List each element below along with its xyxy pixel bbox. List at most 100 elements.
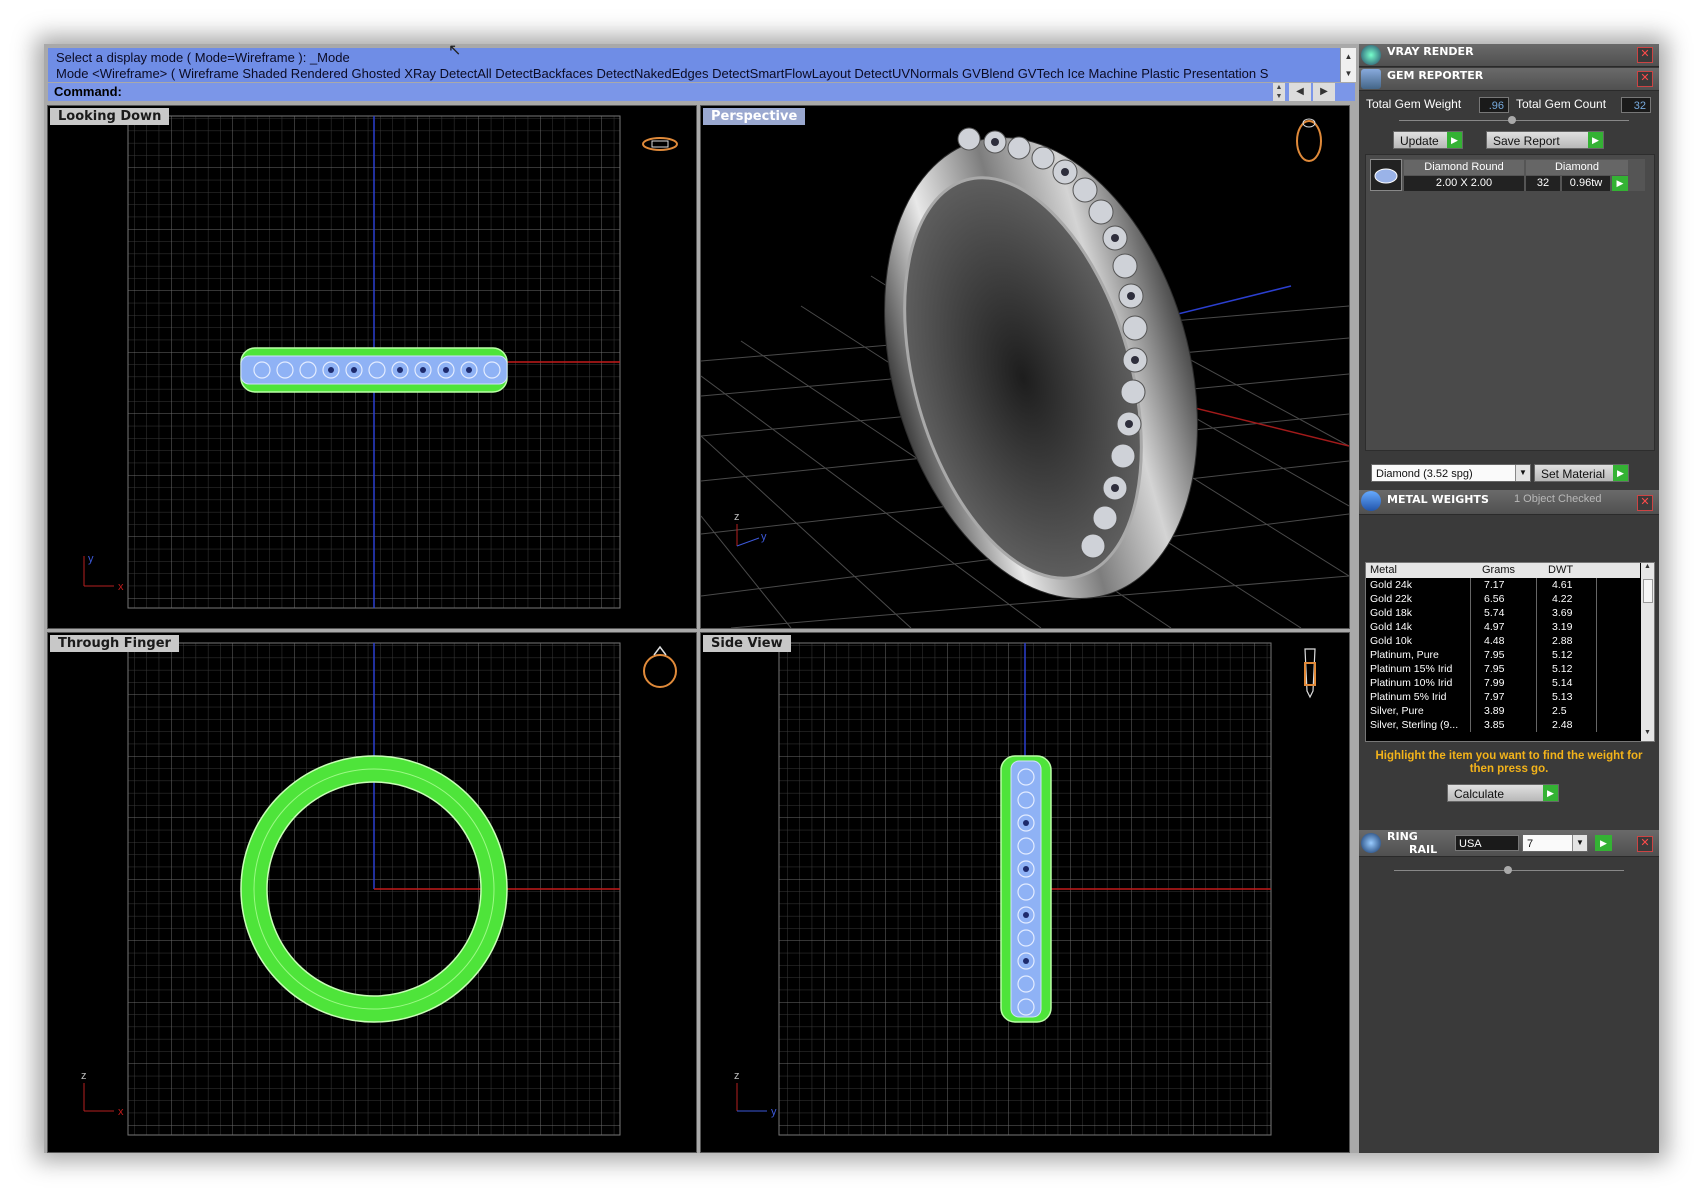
column-divider <box>1470 592 1471 606</box>
gem-reporter-icon <box>1361 69 1381 89</box>
ring-size-select[interactable]: 7 ▼ <box>1522 834 1588 852</box>
play-arrow-icon: ▶ <box>1543 785 1558 801</box>
command-input[interactable] <box>132 84 1270 99</box>
viewport-label[interactable]: Side View <box>703 635 791 652</box>
side-view-canvas: z y <box>734 642 1316 1136</box>
metal-weights-title: METAL WEIGHTS <box>1387 493 1489 506</box>
dwt-cell: 2.88 <box>1552 635 1573 647</box>
play-arrow-icon[interactable]: ▶ <box>1612 176 1628 191</box>
command-prev-icon[interactable]: ◀ <box>1289 83 1311 101</box>
gem-size: 2.00 X 2.00 <box>1404 176 1524 191</box>
table-row[interactable]: Gold 10k 4.48 2.88 <box>1366 634 1640 648</box>
dwt-cell: 3.19 <box>1552 621 1573 633</box>
instruction-text: Highlight the item you want to find the … <box>1375 750 1643 775</box>
axis-label-z: z <box>734 1070 740 1082</box>
command-history-scrollbar[interactable]: ▲ ▼ <box>1340 48 1356 82</box>
viewport-label[interactable]: Perspective <box>703 108 806 125</box>
column-divider <box>1470 676 1471 690</box>
material-select-value: Diamond (3.52 spg) <box>1376 468 1473 480</box>
column-divider <box>1536 620 1537 634</box>
dwt-cell: 2.5 <box>1552 705 1567 717</box>
table-row[interactable]: Platinum 5% Irid 7.97 5.13 <box>1366 690 1640 704</box>
table-row[interactable]: Platinum, Pure 7.95 5.12 <box>1366 648 1640 662</box>
gem-list[interactable]: Diamond Round 2.00 X 2.00 Diamond 32 0.9… <box>1365 154 1655 451</box>
column-header-grams[interactable]: Grams <box>1482 564 1515 576</box>
close-icon[interactable]: ✕ <box>1637 836 1653 852</box>
calculate-label: Calculate <box>1454 787 1505 801</box>
close-icon[interactable]: ✕ <box>1637 47 1653 63</box>
set-material-button[interactable]: Set Material ▶ <box>1534 464 1629 482</box>
material-select[interactable]: Diamond (3.52 spg) ▼ <box>1371 464 1531 482</box>
scroll-up-icon[interactable]: ▲ <box>1341 48 1356 65</box>
gem-list-item[interactable]: Diamond Round 2.00 X 2.00 Diamond 32 0.9… <box>1370 159 1645 191</box>
column-header-dwt[interactable]: DWT <box>1548 564 1573 576</box>
front-view-canvas: z x <box>81 642 677 1136</box>
metal-weights-header[interactable]: METAL WEIGHTS 1 Object Checked ✕ <box>1359 490 1659 515</box>
ring-perspective-icon <box>1296 118 1322 162</box>
axis-label-x: x <box>118 581 124 593</box>
scroll-thumb[interactable] <box>1643 579 1653 603</box>
play-arrow-icon: ▶ <box>1447 132 1462 148</box>
column-divider <box>1536 592 1537 606</box>
column-divider <box>1470 662 1471 676</box>
grams-cell: 7.95 <box>1484 649 1505 661</box>
metal-cell: Silver, Pure <box>1370 705 1424 717</box>
dwt-cell: 5.12 <box>1552 649 1573 661</box>
metal-cell: Platinum 10% Irid <box>1370 677 1453 689</box>
column-divider <box>1536 676 1537 690</box>
ring-size-region[interactable]: USA <box>1455 835 1519 851</box>
column-header-metal[interactable]: Metal <box>1370 564 1397 576</box>
grams-cell: 3.89 <box>1484 705 1505 717</box>
scroll-down-icon[interactable]: ▼ <box>1641 729 1654 741</box>
command-next-icon[interactable]: ▶ <box>1313 83 1335 101</box>
splitter-handle-icon[interactable] <box>1504 866 1512 874</box>
table-row[interactable]: Platinum 10% Irid 7.99 5.14 <box>1366 676 1640 690</box>
ring-rail-header[interactable]: RING RAIL USA 7 ▼ ▶ ✕ <box>1359 830 1659 857</box>
column-divider <box>1470 718 1471 732</box>
close-icon[interactable]: ✕ <box>1637 495 1653 511</box>
vray-icon <box>1361 45 1381 65</box>
save-report-button[interactable]: Save Report ▶ <box>1486 131 1604 149</box>
viewport-label[interactable]: Looking Down <box>50 108 170 125</box>
total-gem-count-label: Total Gem Count <box>1516 97 1607 111</box>
table-row[interactable]: Gold 22k 6.56 4.22 <box>1366 592 1640 606</box>
table-header: Metal Grams DWT <box>1366 563 1640 578</box>
column-divider <box>1596 620 1597 634</box>
viewport-through-finger[interactable]: z x Through Finger <box>47 632 697 1153</box>
scroll-up-icon[interactable]: ▲ <box>1641 563 1654 575</box>
close-icon[interactable]: ✕ <box>1637 71 1653 87</box>
table-row[interactable]: Silver, Pure 3.89 2.5 <box>1366 704 1640 718</box>
splitter-handle-icon[interactable] <box>1508 116 1516 124</box>
viewport-looking-down[interactable]: y x Looking Down <box>47 105 697 629</box>
command-history: Select a display mode ( Mode=Wireframe )… <box>48 44 1340 82</box>
table-row[interactable]: Gold 24k 7.17 4.61 <box>1366 578 1640 592</box>
calculate-button[interactable]: Calculate ▶ <box>1447 784 1559 802</box>
table-row[interactable]: Gold 18k 5.74 3.69 <box>1366 606 1640 620</box>
command-history-line: Mode <Wireframe> ( Wireframe Shaded Rend… <box>56 66 1269 81</box>
gem-reporter-header[interactable]: GEM REPORTER ✕ <box>1359 68 1659 91</box>
table-row[interactable]: Silver, Sterling (9... 3.85 2.48 <box>1366 718 1640 732</box>
metal-cell: Gold 10k <box>1370 635 1413 647</box>
table-scrollbar[interactable]: ▲ ▼ <box>1641 563 1654 741</box>
update-button[interactable]: Update ▶ <box>1393 131 1463 149</box>
viewport-label[interactable]: Through Finger <box>50 635 179 652</box>
grams-cell: 4.48 <box>1484 635 1505 647</box>
dwt-cell: 4.22 <box>1552 593 1573 605</box>
scroll-down-icon[interactable]: ▼ <box>1341 65 1356 82</box>
axis-label-y: y <box>761 531 767 543</box>
play-arrow-icon: ▶ <box>1588 132 1603 148</box>
viewport-perspective[interactable]: z y Perspective <box>700 105 1350 629</box>
grams-cell: 6.56 <box>1484 593 1505 605</box>
metal-weights-table[interactable]: Metal Grams DWT Gold 24k 7.17 4.61 Gold 22k… <box>1365 562 1655 742</box>
column-divider <box>1536 578 1537 592</box>
table-row[interactable]: Platinum 15% Irid 7.95 5.12 <box>1366 662 1640 676</box>
total-gem-weight-value: .96 <box>1479 97 1509 113</box>
viewport-side-view[interactable]: z y Side View <box>700 632 1350 1153</box>
metal-cell: Gold 14k <box>1370 621 1413 633</box>
mouse-cursor-icon: ↖ <box>448 44 462 59</box>
table-row[interactable]: Gold 14k 4.97 3.19 <box>1366 620 1640 634</box>
chevron-down-icon: ▼ <box>1572 835 1587 851</box>
command-spinner[interactable]: ▲ ▼ <box>1273 83 1285 101</box>
vray-render-header[interactable]: VRAY RENDER ✕ <box>1359 44 1659 67</box>
play-arrow-icon[interactable]: ▶ <box>1595 835 1612 851</box>
